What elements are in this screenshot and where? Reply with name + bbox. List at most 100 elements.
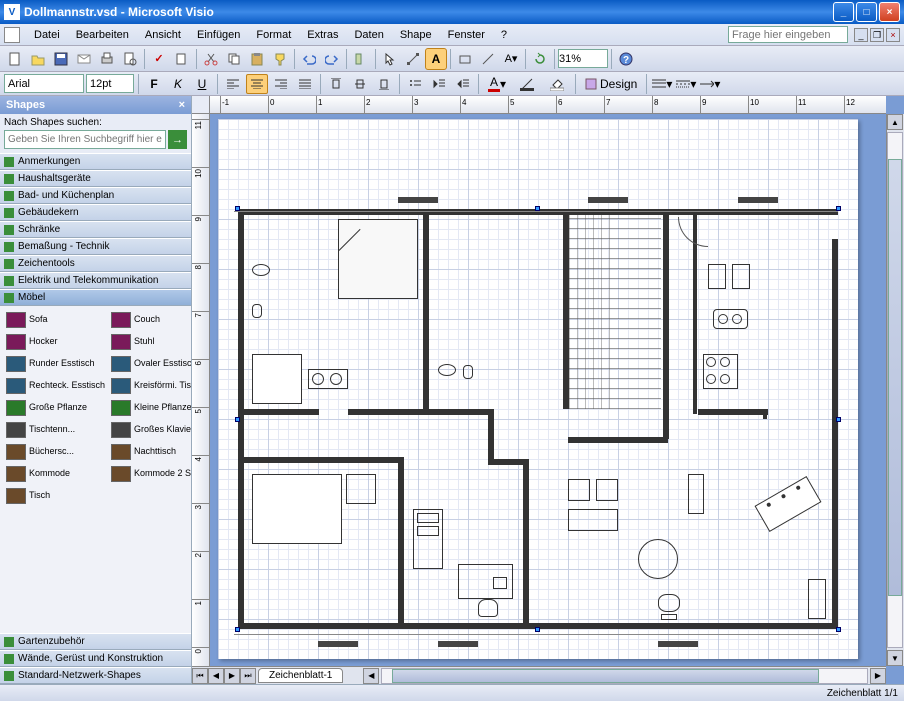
shape-item[interactable]: Nachttisch (109, 442, 191, 462)
fill-color-button[interactable] (543, 74, 571, 94)
align-justify-button[interactable] (294, 74, 316, 94)
font-name-select[interactable] (4, 74, 84, 93)
font-color-button[interactable]: A▾ (483, 74, 511, 94)
rotate-button[interactable] (529, 48, 551, 70)
shape-item[interactable]: Tisch (4, 486, 107, 506)
line-color-button[interactable] (513, 74, 541, 94)
shape-item[interactable]: Runder Esstisch (4, 354, 107, 374)
undo-button[interactable] (298, 48, 320, 70)
menu-extras[interactable]: Extras (299, 27, 346, 43)
stencil-bar[interactable]: Haushaltsgeräte (0, 170, 191, 187)
redo-button[interactable] (321, 48, 343, 70)
vertical-scrollbar[interactable]: ▲ ▼ (886, 114, 904, 666)
shape-item[interactable]: Sofa (4, 310, 107, 330)
open-button[interactable] (27, 48, 49, 70)
pointer-tool-button[interactable] (379, 48, 401, 70)
shape-item[interactable]: Kommode 2 Schubl. (109, 464, 191, 484)
increase-indent-button[interactable] (452, 74, 474, 94)
bullets-button[interactable] (404, 74, 426, 94)
shapes-search-go-button[interactable]: → (168, 130, 187, 149)
align-bottom-button[interactable] (373, 74, 395, 94)
shape-item[interactable]: Stuhl (109, 332, 191, 352)
line-pattern-button[interactable]: ▾ (675, 74, 697, 94)
print-button[interactable] (96, 48, 118, 70)
menu-bearbeiten[interactable]: Bearbeiten (68, 27, 137, 43)
stencil-bar[interactable]: Gebäudekern (0, 204, 191, 221)
menu-help[interactable]: ? (493, 27, 515, 43)
shape-item[interactable]: Kleine Pflanze (109, 398, 191, 418)
underline-button[interactable]: U (191, 74, 213, 94)
copy-button[interactable] (223, 48, 245, 70)
research-button[interactable] (171, 48, 193, 70)
shape-item[interactable]: Kreisförmi. Tisch (109, 376, 191, 396)
align-top-button[interactable] (325, 74, 347, 94)
align-center-button[interactable] (246, 74, 268, 94)
scroll-left-button[interactable]: ◀ (363, 668, 379, 684)
shape-item[interactable]: Großes Klavier (109, 420, 191, 440)
minimize-button[interactable]: _ (833, 2, 854, 22)
line-ends-button[interactable]: ▾ (699, 74, 721, 94)
stencil-bar[interactable]: Wände, Gerüst und Konstruktion (0, 650, 191, 667)
shape-item[interactable]: Büchersc... (4, 442, 107, 462)
tab-first-button[interactable]: ⏮ (192, 668, 208, 684)
stencil-bar[interactable]: Bemaßung - Technik (0, 238, 191, 255)
doc-restore-button[interactable]: ❐ (870, 28, 884, 42)
menu-ansicht[interactable]: Ansicht (137, 27, 189, 43)
stencil-bar[interactable]: Anmerkungen (0, 153, 191, 170)
decrease-indent-button[interactable] (428, 74, 450, 94)
shape-item[interactable]: Hocker (4, 332, 107, 352)
shape-item[interactable]: Große Pflanze (4, 398, 107, 418)
close-button[interactable]: × (879, 2, 900, 22)
stencil-bar[interactable]: Bad- und Küchenplan (0, 187, 191, 204)
italic-button[interactable]: K (167, 74, 189, 94)
shape-item[interactable]: Kommode (4, 464, 107, 484)
stencil-bar[interactable]: Elektrik und Telekommunikation (0, 272, 191, 289)
help-button[interactable]: ? (615, 48, 637, 70)
stencil-bar[interactable]: Standard-Netzwerk-Shapes (0, 667, 191, 684)
scroll-down-button[interactable]: ▼ (887, 650, 903, 666)
align-middle-button[interactable] (349, 74, 371, 94)
shapes-window-button[interactable] (350, 48, 372, 70)
doc-close-button[interactable]: × (886, 28, 900, 42)
stencil-bar[interactable]: Gartenzubehör (0, 633, 191, 650)
zoom-select[interactable] (558, 49, 608, 68)
save-button[interactable] (50, 48, 72, 70)
scroll-up-button[interactable]: ▲ (887, 114, 903, 130)
print-preview-button[interactable] (119, 48, 141, 70)
bold-button[interactable]: F (143, 74, 165, 94)
email-button[interactable] (73, 48, 95, 70)
spellcheck-button[interactable]: ✓ (148, 48, 170, 70)
stencil-bar[interactable]: Schränke (0, 221, 191, 238)
line-tool-button[interactable] (477, 48, 499, 70)
stencil-bar[interactable]: Zeichentools (0, 255, 191, 272)
shapes-search-input[interactable] (4, 130, 166, 149)
menu-fenster[interactable]: Fenster (440, 27, 493, 43)
tab-last-button[interactable]: ⏭ (240, 668, 256, 684)
horizontal-ruler[interactable]: -1012345678910111213 (210, 96, 886, 114)
menu-datei[interactable]: Datei (26, 27, 68, 43)
menu-shape[interactable]: Shape (392, 27, 440, 43)
stencil-bar[interactable]: Möbel (0, 289, 191, 306)
menu-daten[interactable]: Daten (346, 27, 391, 43)
page-tab[interactable]: Zeichenblatt-1 (258, 668, 343, 683)
align-left-button[interactable] (222, 74, 244, 94)
paste-button[interactable] (246, 48, 268, 70)
menu-einfuegen[interactable]: Einfügen (189, 27, 248, 43)
help-search-input[interactable] (728, 26, 848, 43)
text-tool-button[interactable]: A (425, 48, 447, 70)
shape-item[interactable]: Tischtenn... (4, 420, 107, 440)
shape-item[interactable]: Rechteck. Esstisch (4, 376, 107, 396)
new-button[interactable] (4, 48, 26, 70)
design-button[interactable]: Design (580, 74, 642, 94)
line-weight-button[interactable]: ▾ (651, 74, 673, 94)
tab-next-button[interactable]: ▶ (224, 668, 240, 684)
shape-item[interactable]: Ovaler Esstisch (109, 354, 191, 374)
maximize-button[interactable]: □ (856, 2, 877, 22)
font-size-select[interactable] (86, 74, 134, 93)
text-button[interactable]: A▾ (500, 48, 522, 70)
shapes-panel-close-button[interactable]: × (179, 99, 185, 111)
rectangle-tool-button[interactable] (454, 48, 476, 70)
drawing-surface[interactable] (210, 114, 886, 666)
vertical-ruler[interactable]: 11109876543210 (192, 114, 210, 666)
tab-prev-button[interactable]: ◀ (208, 668, 224, 684)
